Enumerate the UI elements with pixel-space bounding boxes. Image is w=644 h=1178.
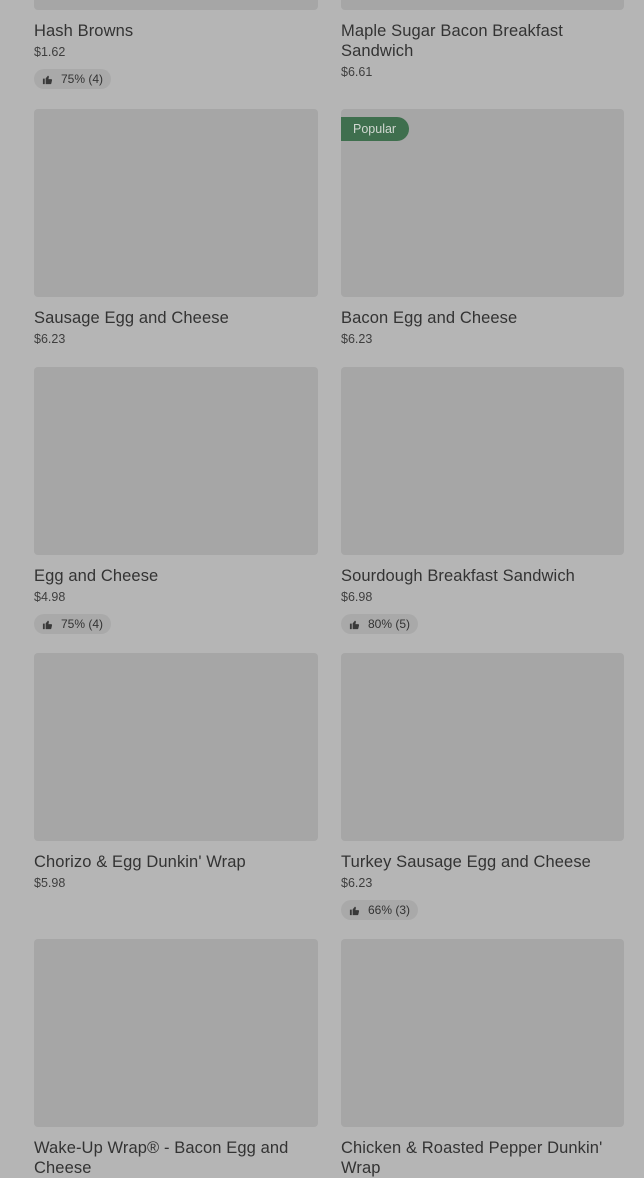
menu-item-name: Turkey Sausage Egg and Cheese xyxy=(341,853,591,871)
menu-item-image[interactable] xyxy=(34,109,318,297)
menu-item-card[interactable]: Turkey Sausage Egg and Cheese $6.23 66% … xyxy=(341,653,625,920)
menu-item-image[interactable] xyxy=(341,653,624,841)
thumbs-up-icon xyxy=(349,620,360,629)
thumbs-up-icon xyxy=(349,906,360,915)
menu-item-card[interactable]: Egg and Cheese $4.98 75% (4) xyxy=(34,367,318,634)
menu-item-name: Bacon Egg and Cheese xyxy=(341,309,518,327)
menu-item-card[interactable]: Chicken & Roasted Pepper Dunkin' Wrap xyxy=(341,939,625,1178)
menu-item-card[interactable]: Wake-Up Wrap® - Bacon Egg and Cheese xyxy=(34,939,318,1178)
menu-item-price: $6.61 xyxy=(341,65,373,79)
menu-item-card[interactable]: Sourdough Breakfast Sandwich $6.98 80% (… xyxy=(341,367,625,634)
menu-item-card[interactable]: Sausage Egg and Cheese $6.23 xyxy=(34,109,318,347)
menu-item-card[interactable]: Chorizo & Egg Dunkin' Wrap $5.98 xyxy=(34,653,318,891)
menu-item-image[interactable] xyxy=(34,0,318,10)
menu-item-card[interactable]: Popular Bacon Egg and Cheese $6.23 xyxy=(341,109,625,347)
menu-item-image[interactable] xyxy=(34,939,318,1127)
menu-item-image[interactable] xyxy=(34,653,318,841)
menu-item-image[interactable] xyxy=(341,939,624,1127)
popular-badge: Popular xyxy=(341,117,410,141)
menu-item-price: $1.62 xyxy=(34,45,66,59)
thumbs-up-icon xyxy=(42,75,53,84)
menu-item-price: $6.23 xyxy=(34,332,66,346)
menu-item-price: $6.23 xyxy=(341,332,373,346)
menu-item-card[interactable]: Maple Sugar Bacon Breakfast Sandwich $6.… xyxy=(341,0,625,80)
menu-item-name: Egg and Cheese xyxy=(34,567,159,585)
menu-item-price: $4.98 xyxy=(34,590,66,604)
menu-item-name: Sausage Egg and Cheese xyxy=(34,309,229,327)
menu-item-image[interactable] xyxy=(341,0,624,10)
thumbs-up-icon xyxy=(42,620,53,629)
menu-item-price: $6.23 xyxy=(341,876,373,890)
rating-text: 66% (3) xyxy=(368,903,411,917)
rating-badge: 75% (4) xyxy=(34,614,112,634)
menu-item-name: Wake-Up Wrap® - Bacon Egg and Cheese xyxy=(34,1139,289,1177)
menu-item-name: Sourdough Breakfast Sandwich xyxy=(341,567,575,585)
menu-item-name: Chorizo & Egg Dunkin' Wrap xyxy=(34,853,246,871)
menu-item-name: Chicken & Roasted Pepper Dunkin' Wrap xyxy=(341,1139,603,1177)
rating-badge: 75% (4) xyxy=(34,69,112,89)
menu-item-image[interactable] xyxy=(341,367,624,555)
rating-badge: 80% (5) xyxy=(341,614,419,634)
rating-text: 80% (5) xyxy=(368,617,411,631)
menu-item-price: $5.98 xyxy=(34,876,66,890)
menu-item-image[interactable]: Popular xyxy=(341,109,624,297)
rating-text: 75% (4) xyxy=(61,617,104,631)
menu-item-name: Maple Sugar Bacon Breakfast Sandwich xyxy=(341,22,563,60)
rating-text: 75% (4) xyxy=(61,72,104,86)
menu-item-image[interactable] xyxy=(34,367,318,555)
menu-item-card[interactable]: Hash Browns $1.62 75% (4) xyxy=(34,0,318,89)
menu-item-name: Hash Browns xyxy=(34,22,134,40)
menu-item-price: $6.98 xyxy=(341,590,373,604)
rating-badge: 66% (3) xyxy=(341,900,419,920)
